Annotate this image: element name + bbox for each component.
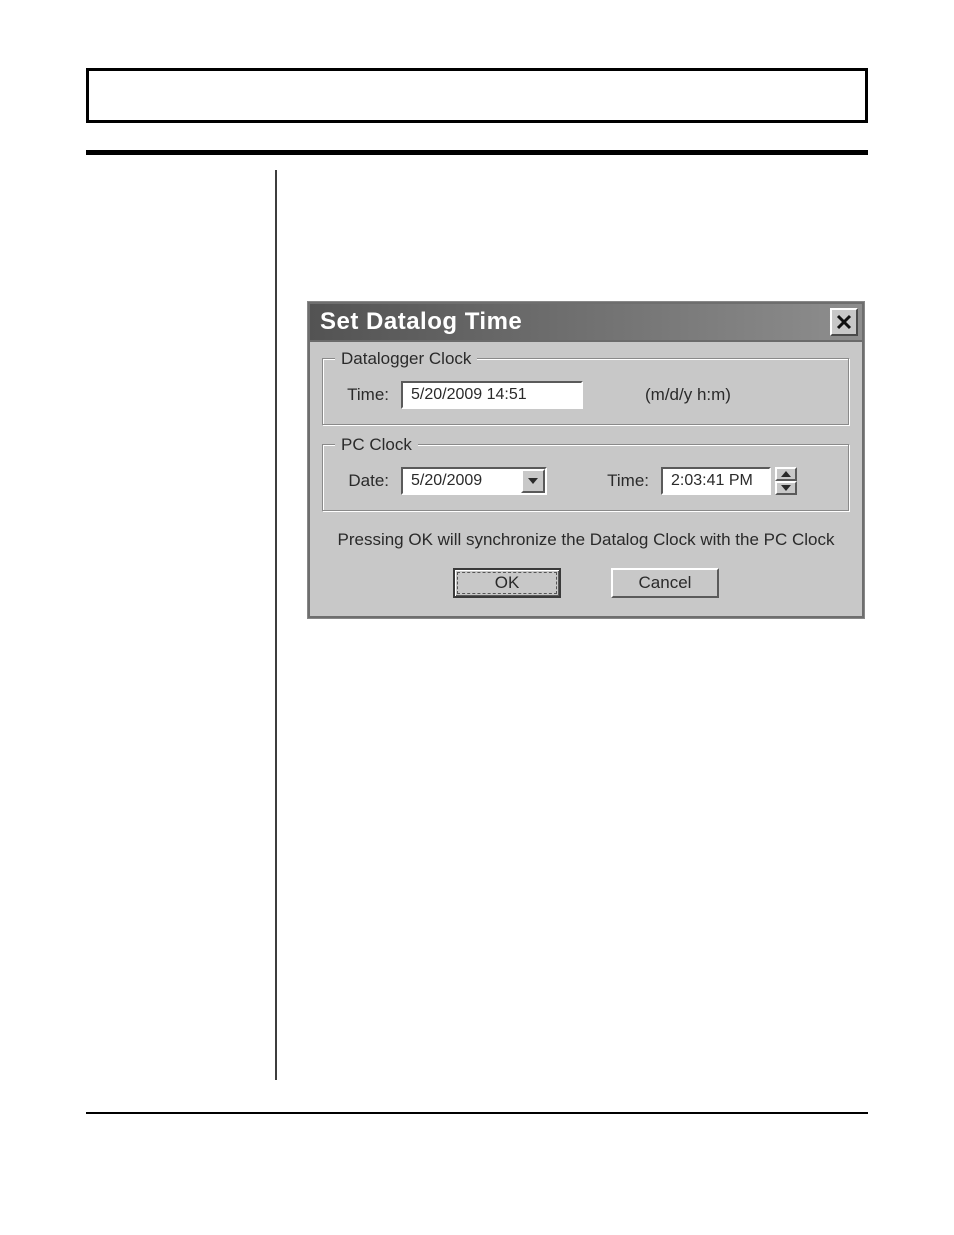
datalogger-clock-group: Datalogger Clock Time: 5/20/2009 14:51 (… — [322, 358, 850, 426]
header-box — [86, 68, 868, 123]
header-rule — [86, 150, 868, 155]
datalogger-time-field[interactable]: 5/20/2009 14:51 — [401, 381, 583, 409]
pc-date-dropdown-button[interactable] — [521, 469, 545, 493]
pc-time-value: 2:03:41 PM — [671, 472, 753, 490]
sync-instruction: Pressing OK will synchronize the Datalog… — [322, 530, 850, 550]
pc-date-value: 5/20/2009 — [403, 469, 521, 493]
chevron-down-icon — [781, 485, 791, 491]
set-datalog-time-dialog: Set Datalog Time Datalogger Clock Time: … — [308, 302, 864, 618]
spin-down-button[interactable] — [775, 481, 797, 495]
pc-clock-legend: PC Clock — [335, 435, 418, 455]
ok-button[interactable]: OK — [453, 568, 561, 598]
spin-up-button[interactable] — [775, 467, 797, 481]
pc-clock-group: PC Clock Date: 5/20/2009 Time: 2:03:41 P… — [322, 444, 850, 512]
cancel-button-label: Cancel — [639, 573, 692, 593]
datalogger-clock-legend: Datalogger Clock — [335, 349, 477, 369]
pc-time-label: Time: — [589, 471, 649, 491]
cancel-button[interactable]: Cancel — [611, 568, 719, 598]
chevron-up-icon — [781, 471, 791, 477]
titlebar: Set Datalog Time — [310, 304, 862, 342]
page: Set Datalog Time Datalogger Clock Time: … — [0, 0, 954, 1235]
ok-button-label: OK — [495, 573, 520, 593]
footer-rule — [86, 1112, 868, 1114]
pc-date-combo[interactable]: 5/20/2009 — [401, 467, 547, 495]
pc-time-spinner: 2:03:41 PM — [661, 467, 797, 495]
pc-date-label: Date: — [337, 471, 389, 491]
pc-time-field[interactable]: 2:03:41 PM — [661, 467, 771, 495]
datalogger-time-label: Time: — [337, 385, 389, 405]
datalogger-time-row: Time: 5/20/2009 14:51 (m/d/y h:m) — [337, 381, 835, 409]
pc-time-spin-buttons — [775, 467, 797, 495]
dialog-body: Datalogger Clock Time: 5/20/2009 14:51 (… — [310, 342, 862, 616]
pc-clock-row: Date: 5/20/2009 Time: 2:03:41 PM — [337, 467, 835, 495]
close-icon — [836, 314, 852, 330]
datalogger-format-hint: (m/d/y h:m) — [645, 385, 731, 405]
close-button[interactable] — [830, 308, 858, 336]
dialog-title: Set Datalog Time — [320, 308, 522, 336]
datalogger-time-value: 5/20/2009 14:51 — [411, 386, 527, 404]
dialog-button-row: OK Cancel — [322, 568, 850, 598]
chevron-down-icon — [528, 478, 538, 484]
vertical-divider — [275, 170, 277, 1080]
